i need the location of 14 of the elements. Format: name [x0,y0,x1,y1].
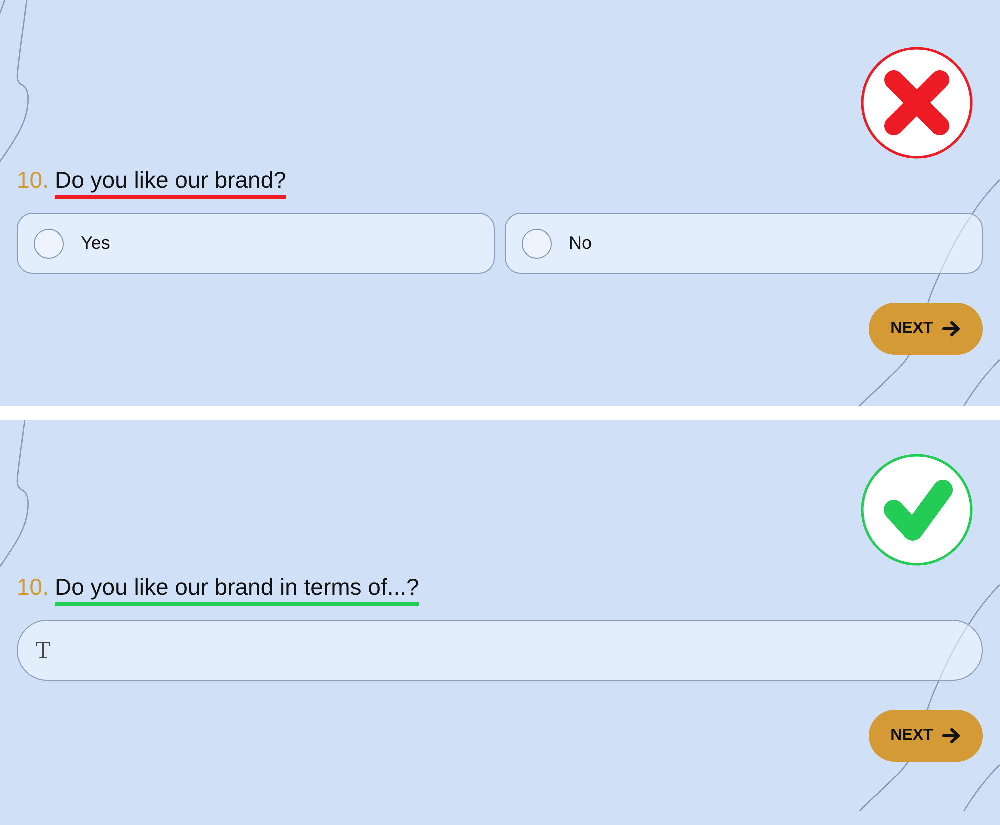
text-icon: T [36,638,51,664]
question-text: Do you like our brand? [54,165,286,199]
next-button[interactable]: NEXT [869,710,983,762]
answer-option[interactable]: No [505,213,983,274]
question-number: 10. [17,573,49,602]
arrow-right-icon [942,321,962,337]
arrow-right-icon [942,728,962,744]
next-button[interactable]: NEXT [869,303,983,355]
answer-option[interactable]: Yes [17,213,495,274]
radio-button[interactable] [34,228,64,258]
text-input-field[interactable]: T [17,620,983,681]
radio-button[interactable] [522,228,552,258]
question-number: 10. [17,166,49,195]
question-text: Do you like our brand in terms of...? [54,572,420,606]
